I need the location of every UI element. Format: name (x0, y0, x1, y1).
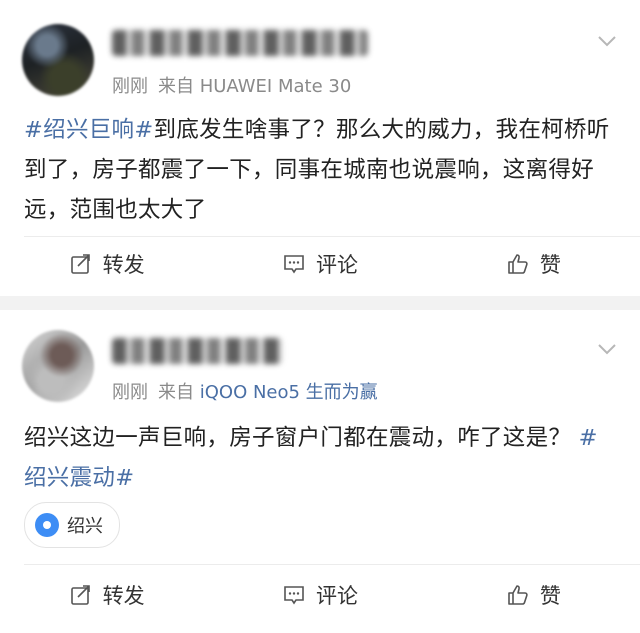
username-blurred[interactable] (112, 338, 282, 364)
like-button[interactable]: 赞 (427, 569, 640, 621)
location-pin-icon (35, 513, 59, 537)
username-blurred[interactable] (112, 30, 368, 56)
weibo-post-1: 刚刚 来自 HUAWEI Mate 30 #绍兴巨响#到底发生啥事了？那么大的威力… (0, 0, 640, 296)
repost-label: 转发 (102, 253, 145, 277)
chevron-down-icon[interactable] (596, 338, 618, 360)
comment-button[interactable]: 评论 (213, 569, 426, 621)
divider (24, 564, 640, 565)
weibo-post-2: 刚刚 来自 iQOO Neo5 生而为赢 绍兴这边一声巨响，房子窗户门都在震动，咋… (0, 310, 640, 633)
avatar[interactable] (22, 330, 94, 402)
repost-icon (70, 254, 90, 274)
location-label: 绍兴 (67, 516, 103, 537)
post-time: 刚刚 (112, 382, 148, 403)
repost-button[interactable]: 转发 (0, 569, 213, 621)
post-body: 绍兴这边一声巨响，房子窗户门都在震动，咋了这是？ #绍兴震动# (24, 418, 618, 498)
like-label: 赞 (539, 253, 561, 277)
post-meta: 刚刚 来自 iQOO Neo5 生而为赢 (112, 378, 378, 404)
like-icon (508, 254, 528, 274)
comment-icon (284, 255, 304, 274)
hashtag-link[interactable]: #绍兴巨响# (24, 117, 154, 143)
post-source-device-link[interactable]: iQOO Neo5 生而为赢 (200, 382, 378, 403)
post-meta: 刚刚 来自 HUAWEI Mate 30 (112, 72, 351, 98)
post-body-text: 绍兴这边一声巨响，房子窗户门都在震动，咋了这是？ (24, 425, 572, 451)
post-body: #绍兴巨响#到底发生啥事了？那么大的威力，我在柯桥听到了，房子都震了一下，同事在… (24, 110, 618, 230)
like-label: 赞 (539, 584, 561, 608)
action-bar: 转发 评论 赞 (0, 569, 640, 621)
post-time: 刚刚 (112, 76, 148, 97)
divider (24, 236, 640, 237)
repost-icon (70, 585, 90, 605)
avatar[interactable] (22, 24, 94, 96)
comment-icon (284, 586, 304, 605)
post-source-from: 来自 (158, 382, 194, 403)
comment-button[interactable]: 评论 (213, 238, 426, 290)
repost-label: 转发 (102, 584, 145, 608)
post-source: 来自 HUAWEI Mate 30 (158, 76, 352, 97)
action-bar: 转发 评论 赞 (0, 238, 640, 290)
comment-label: 评论 (315, 584, 358, 608)
like-button[interactable]: 赞 (427, 238, 640, 290)
location-tag[interactable]: 绍兴 (24, 502, 120, 548)
like-icon (508, 585, 528, 605)
repost-button[interactable]: 转发 (0, 238, 213, 290)
comment-label: 评论 (315, 253, 358, 277)
chevron-down-icon[interactable] (596, 30, 618, 52)
